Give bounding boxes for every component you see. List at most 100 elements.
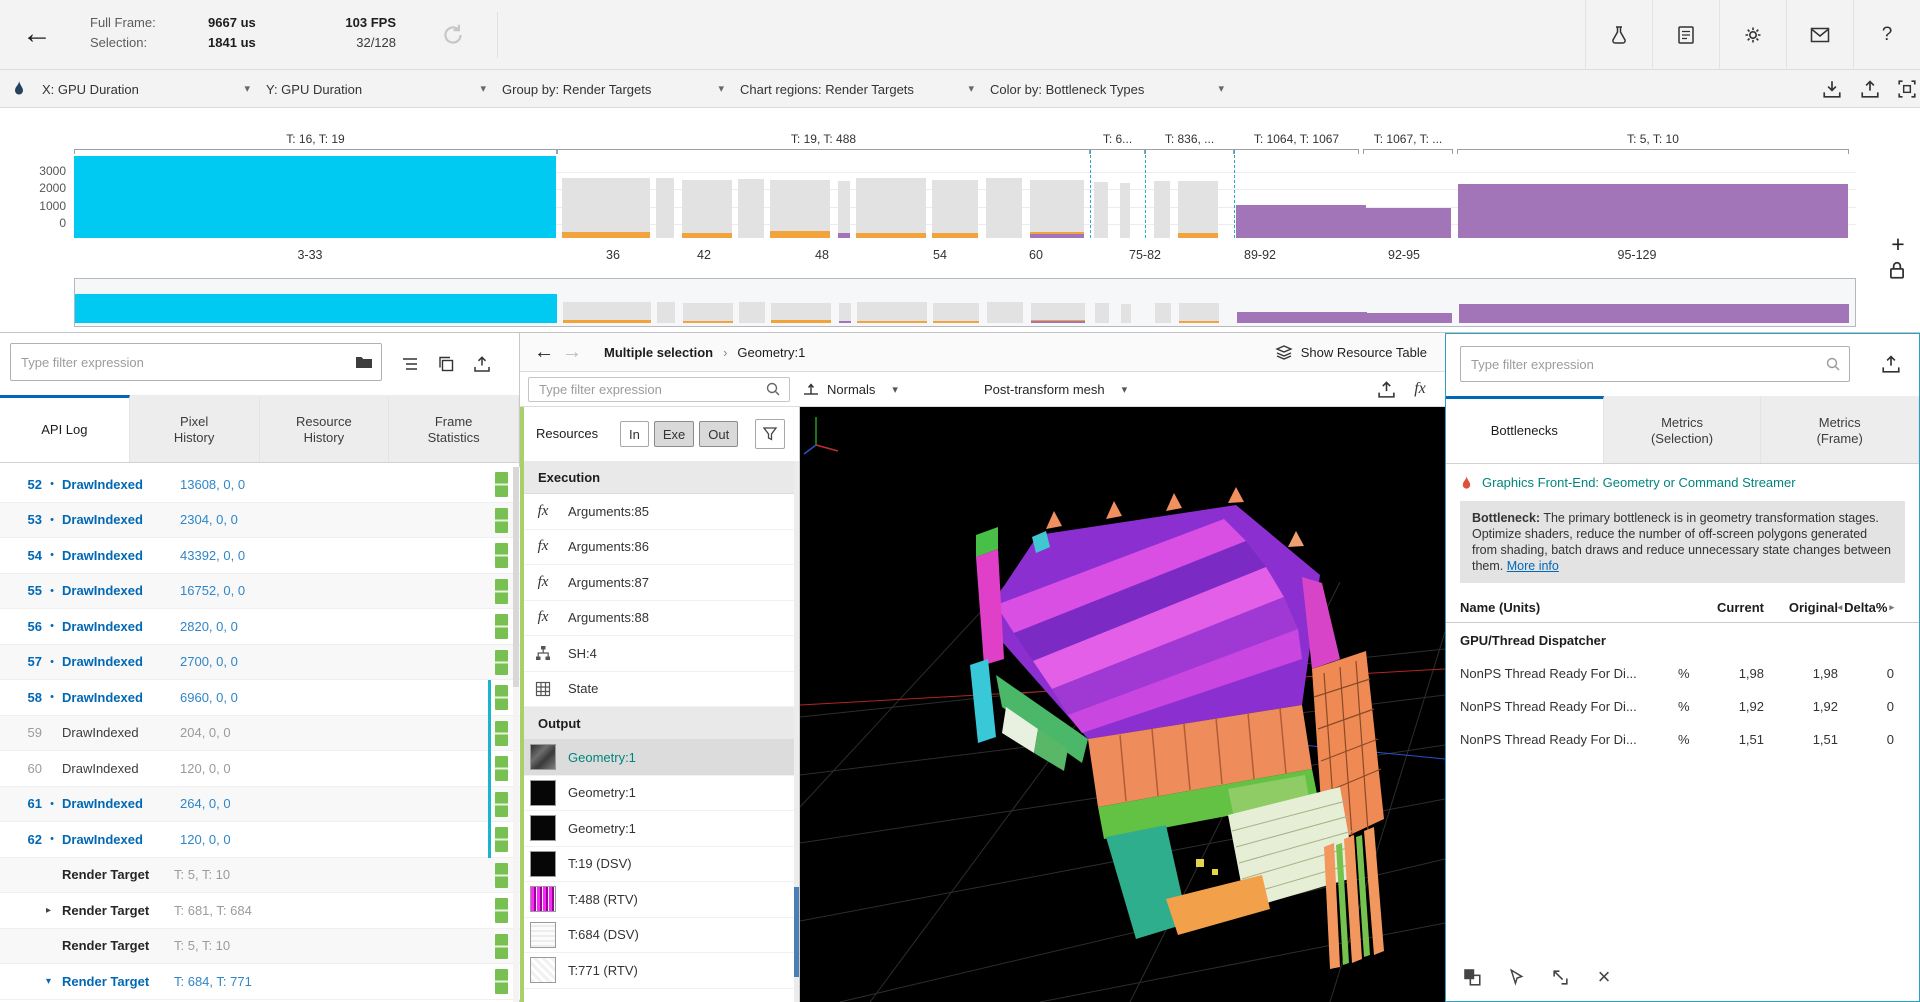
clear-selection-icon[interactable]: ×	[1592, 965, 1616, 989]
chart-region-bracket[interactable]: T: 19, T: 488	[557, 128, 1090, 150]
api-log-row[interactable]: ▾Render TargetT: 684, T: 771	[0, 964, 520, 1000]
filter-input[interactable]	[11, 344, 381, 380]
chart-region-bracket[interactable]: T: 6...	[1090, 128, 1145, 150]
tab-resource-history[interactable]: ResourceHistory	[260, 395, 390, 462]
toggle-out[interactable]: Out	[699, 421, 738, 447]
chart-bar[interactable]	[1094, 182, 1108, 239]
chart-region-bracket[interactable]: T: 1067, T: ...	[1363, 128, 1453, 150]
toolbar-dropdown[interactable]: Color by: Bottleneck Types▾	[990, 70, 1226, 108]
api-log-row[interactable]: 61•DrawIndexed264, 0, 0	[0, 787, 520, 823]
chart-bar[interactable]	[1366, 208, 1451, 238]
resource-item[interactable]: Geometry:1	[524, 740, 799, 776]
show-resource-table-button[interactable]: Show Resource Table	[1275, 344, 1427, 360]
resource-item[interactable]: State	[524, 672, 799, 708]
toolbar-dropdown[interactable]: X: GPU Duration▾	[42, 70, 252, 108]
copy-list-icon[interactable]	[434, 352, 458, 376]
chart-bar[interactable]	[1236, 205, 1366, 238]
toolbar-dropdown[interactable]: Chart regions: Render Targets▾	[740, 70, 976, 108]
resource-item[interactable]: T:19 (DSV)	[524, 847, 799, 883]
refresh-icon[interactable]	[440, 22, 466, 48]
toolbar-dropdown[interactable]: Y: GPU Duration▾	[266, 70, 488, 108]
export-corner-icon[interactable]	[1548, 965, 1572, 989]
capture-frame-icon[interactable]	[1897, 79, 1917, 99]
api-log-row[interactable]: 53•DrawIndexed2304, 0, 0	[0, 503, 520, 539]
metric-row[interactable]: NonPS Thread Ready For Di...%1,921,920	[1446, 690, 1919, 723]
tab-api-log[interactable]: API Log	[0, 395, 130, 462]
chart-bar[interactable]	[656, 178, 674, 238]
resource-item[interactable]: Geometry:1	[524, 776, 799, 812]
chart-bar[interactable]	[1458, 184, 1848, 238]
api-log-scrollbar[interactable]	[513, 467, 519, 1002]
metric-row[interactable]: NonPS Thread Ready For Di...%1,511,510	[1446, 723, 1919, 756]
api-log-row[interactable]: 52•DrawIndexed13608, 0, 0	[0, 467, 520, 503]
chart-bar[interactable]	[838, 181, 850, 238]
api-log-row[interactable]: ▸Render TargetT: 681, T: 684	[0, 893, 520, 929]
resource-item[interactable]: fxArguments:86	[524, 530, 799, 566]
api-log-row[interactable]: 55•DrawIndexed16752, 0, 0	[0, 574, 520, 610]
export-resource-icon[interactable]	[1375, 378, 1397, 400]
nav-forward-icon[interactable]: →	[562, 341, 590, 364]
toggle-in[interactable]: In	[620, 421, 649, 447]
feedback-mail-icon[interactable]	[1786, 0, 1853, 70]
help-icon[interactable]: ?	[1853, 0, 1920, 70]
metric-row[interactable]: NonPS Thread Ready For Di...%1,981,980	[1446, 657, 1919, 690]
timeline-chart[interactable]: 0100020003000 T: 16, T: 19T: 19, T: 488T…	[0, 108, 1920, 277]
shader-fx-icon[interactable]: fx	[1409, 378, 1431, 400]
api-log-row[interactable]: 58•DrawIndexed6960, 0, 0	[0, 680, 520, 716]
tab-metrics-frame[interactable]: Metrics(Frame)	[1761, 396, 1919, 463]
chart-region-bracket[interactable]: T: 1064, T: 1067	[1234, 128, 1359, 150]
api-log-row[interactable]: Render TargetT: 5, T: 10	[0, 929, 520, 965]
api-log-row[interactable]: 59DrawIndexed204, 0, 0	[0, 716, 520, 752]
settings-gear-icon[interactable]	[1719, 0, 1786, 70]
mesh-stage-dropdown[interactable]: Post-transform mesh ▾	[984, 382, 1159, 397]
resource-item[interactable]: Geometry:1	[524, 811, 799, 847]
import-icon[interactable]	[1822, 79, 1842, 99]
api-log-row[interactable]: 60DrawIndexed120, 0, 0	[0, 751, 520, 787]
zoom-in-button[interactable]: +	[1884, 230, 1912, 258]
pointer-select-icon[interactable]	[1504, 965, 1528, 989]
resource-item[interactable]: fxArguments:85	[524, 494, 799, 530]
toolbar-dropdown[interactable]: Group by: Render Targets▾	[502, 70, 726, 108]
export-icon[interactable]	[1860, 79, 1880, 99]
chart-bar[interactable]	[770, 180, 830, 238]
chart-bar[interactable]	[856, 178, 926, 238]
chart-bar[interactable]	[986, 178, 1022, 238]
resources-scrollbar[interactable]	[794, 461, 799, 1002]
resource-item[interactable]: SH:4	[524, 636, 799, 672]
chart-bar[interactable]	[682, 180, 732, 238]
overlay-mode-dropdown[interactable]: Normals ▾	[802, 381, 972, 397]
breadcrumb-root[interactable]: Multiple selection	[604, 345, 713, 360]
api-log-row[interactable]: 62•DrawIndexed120, 0, 0	[0, 822, 520, 858]
chart-bar[interactable]	[1154, 181, 1170, 238]
chart-bar[interactable]	[74, 156, 556, 238]
expand-arrow-icon[interactable]: ▸	[46, 905, 62, 916]
chart-bar[interactable]	[1120, 183, 1130, 238]
folder-icon[interactable]	[355, 355, 373, 370]
expand-arrow-icon[interactable]: ▾	[46, 976, 62, 987]
lock-icon[interactable]	[1888, 260, 1908, 282]
prev-column-icon[interactable]: ◂	[1838, 602, 1843, 613]
resource-item[interactable]: fxArguments:87	[524, 565, 799, 601]
resource-item[interactable]: T:684 (DSV)	[524, 918, 799, 954]
tab-frame-statistics[interactable]: FrameStatistics	[389, 395, 519, 462]
more-info-link[interactable]: More info	[1507, 559, 1559, 573]
chart-region-bracket[interactable]: T: 836, ...	[1145, 128, 1234, 150]
chart-plot[interactable]: T: 16, T: 19T: 19, T: 488T: 6...T: 836, …	[74, 108, 1856, 277]
nav-back-icon[interactable]: ←	[534, 341, 562, 364]
resource-item[interactable]: fxArguments:88	[524, 601, 799, 637]
share-log-icon[interactable]	[470, 352, 494, 376]
compare-swatch-icon[interactable]	[1460, 965, 1484, 989]
api-log-row[interactable]: 57•DrawIndexed2700, 0, 0	[0, 645, 520, 681]
filter-funnel-icon[interactable]	[755, 419, 785, 449]
next-column-icon[interactable]: ▸	[1889, 602, 1894, 613]
api-log-row[interactable]: Render TargetT: 5, T: 10	[0, 858, 520, 894]
chart-region-bracket[interactable]: T: 5, T: 10	[1457, 128, 1849, 150]
chart-bar[interactable]	[562, 178, 650, 238]
export-metrics-icon[interactable]	[1881, 354, 1903, 376]
api-log-row[interactable]: 56•DrawIndexed2820, 0, 0	[0, 609, 520, 645]
chart-bar[interactable]	[1030, 180, 1084, 238]
scrollbar-thumb[interactable]	[794, 887, 799, 977]
filter-input[interactable]	[1461, 347, 1849, 381]
chart-bar[interactable]	[738, 179, 764, 238]
filter-input[interactable]	[529, 378, 789, 401]
